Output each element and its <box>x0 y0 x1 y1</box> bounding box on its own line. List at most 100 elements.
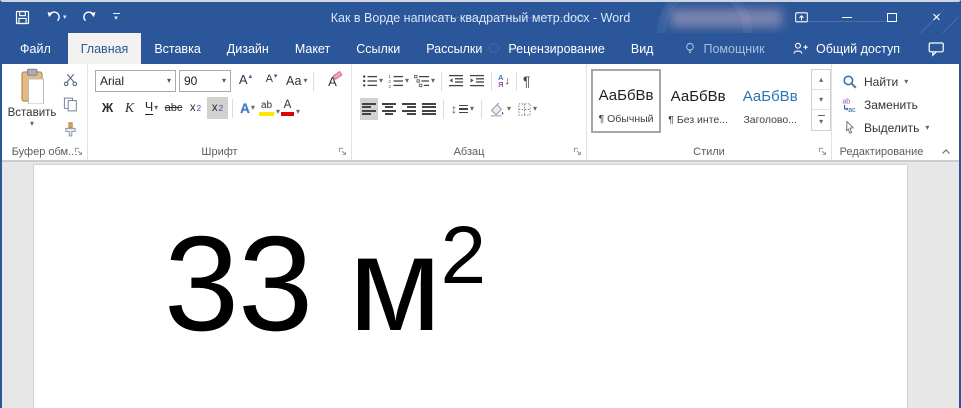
tab-label: Рецензирование <box>508 42 605 56</box>
strikethrough-button[interactable]: abc <box>163 97 184 119</box>
copy-button[interactable] <box>58 94 82 115</box>
text-effects-button[interactable]: A ▾ <box>237 97 258 119</box>
tab-review[interactable]: Рецензирование <box>495 33 618 64</box>
styles-dialog-launcher[interactable] <box>818 147 827 156</box>
select-label: Выделить <box>864 121 919 135</box>
ribbon-display-options-button[interactable] <box>779 2 824 33</box>
increase-indent-button[interactable] <box>467 70 487 92</box>
justify-button[interactable] <box>420 98 438 120</box>
shrink-font-button[interactable]: A ▾ <box>260 70 283 92</box>
font-color-bar <box>281 112 294 116</box>
title-bar: ▾ ▾ Как в Ворде написать квадратный метр… <box>2 2 959 33</box>
tab-label: Помощник <box>703 42 764 56</box>
underline-button[interactable]: Ч ▾ <box>141 97 162 119</box>
caret-down-icon: ▾ <box>30 120 34 128</box>
bullets-button[interactable]: ▾ <box>360 70 385 92</box>
replace-button[interactable]: ab ac Заменить <box>842 94 959 115</box>
style-card-normal[interactable]: АаБбВв ¶ Обычный <box>591 69 661 133</box>
font-size-combobox[interactable]: 90 ▾ <box>179 70 231 92</box>
line-spacing-button[interactable]: ↕ ▾ <box>449 98 476 120</box>
maximize-button[interactable] <box>869 2 914 33</box>
font-group: Arial ▾ 90 ▾ A ▴ A ▾ Аа ▾ <box>88 64 352 160</box>
styles-scroll-up-button[interactable]: ▴ <box>812 70 830 90</box>
customize-qat-button[interactable]: ▾ <box>113 13 120 22</box>
paste-button[interactable]: Вставить ▾ <box>8 68 56 140</box>
document-area: 33 м2 <box>2 161 959 408</box>
style-card-no-spacing[interactable]: АаБбВв ¶ Без инте... <box>663 69 733 133</box>
text-highlight-button[interactable]: ab ▾ <box>259 97 280 119</box>
tab-assistant[interactable]: Помощник <box>670 33 777 64</box>
caret-down-icon: ▾ <box>431 77 435 85</box>
bold-button[interactable]: Ж <box>97 97 118 119</box>
align-right-button[interactable] <box>400 98 418 120</box>
close-icon: × <box>932 10 941 25</box>
borders-button[interactable]: ▾ <box>515 98 539 120</box>
sort-button[interactable]: А Я ↓ <box>496 70 512 92</box>
find-button[interactable]: Найти ▾ <box>842 71 959 92</box>
tab-references[interactable]: Ссылки <box>343 33 413 64</box>
svg-text:ac: ac <box>848 107 856 113</box>
styles-scroll-down-button[interactable]: ▾ <box>812 90 830 110</box>
save-button[interactable] <box>15 10 30 25</box>
line-spacing-lines <box>459 105 468 114</box>
highlight-color-bar <box>259 112 274 116</box>
lightbulb-icon <box>683 41 697 56</box>
grow-font-button[interactable]: A ▴ <box>234 70 257 92</box>
clipboard-dialog-launcher[interactable] <box>74 147 83 156</box>
shading-button[interactable]: ▾ <box>487 98 513 120</box>
select-cursor-icon <box>842 120 858 136</box>
undo-button[interactable]: ▾ <box>45 10 67 25</box>
shading-bucket-icon <box>489 102 506 117</box>
clipboard-icon <box>19 68 46 104</box>
superscript-2: 2 <box>219 104 223 113</box>
group-label-styles: Стили <box>587 146 831 158</box>
font-dialog-launcher[interactable] <box>338 147 347 156</box>
word-window: ▾ ▾ Как в Ворде написать квадратный метр… <box>0 0 961 408</box>
tab-home[interactable]: Главная <box>68 33 142 64</box>
decrease-indent-button[interactable] <box>446 70 466 92</box>
tab-insert[interactable]: Вставка <box>141 33 213 64</box>
align-center-button[interactable] <box>380 98 398 120</box>
multilevel-list-button[interactable]: ▾ <box>412 70 437 92</box>
paragraph-dialog-launcher[interactable] <box>573 147 582 156</box>
styles-more-button[interactable]: ▾ <box>812 110 830 130</box>
undo-icon <box>45 10 61 25</box>
separator <box>313 72 314 91</box>
minimize-button[interactable] <box>824 2 869 33</box>
document-page[interactable]: 33 м2 <box>33 164 908 408</box>
comments-button[interactable] <box>913 33 959 64</box>
font-color-button[interactable]: A ▾ <box>281 97 300 119</box>
superscript-button[interactable]: x2 <box>207 97 228 119</box>
separator <box>491 72 492 91</box>
show-marks-button[interactable]: ¶ <box>521 70 532 92</box>
subscript-button[interactable]: x2 <box>185 97 206 119</box>
style-card-heading[interactable]: АаБбВв Заголово... <box>735 69 805 133</box>
clear-formatting-button[interactable]: A <box>320 70 344 92</box>
change-case-button[interactable]: Аа ▾ <box>286 70 307 92</box>
tab-design[interactable]: Дизайн <box>214 33 282 64</box>
redo-button[interactable] <box>82 10 98 25</box>
style-preview: АаБбВв <box>735 88 805 105</box>
collapse-ribbon-button[interactable] <box>941 148 951 155</box>
tab-file[interactable]: Файл <box>3 33 68 64</box>
font-name-value: Arial <box>100 74 167 88</box>
italic-button[interactable]: К <box>119 97 140 119</box>
tab-layout[interactable]: Макет <box>282 33 343 64</box>
caret-down-icon: ▾ <box>222 77 226 85</box>
font-name-combobox[interactable]: Arial ▾ <box>95 70 176 92</box>
cut-button[interactable] <box>58 69 82 90</box>
font-color-letter: A <box>284 100 292 112</box>
caret-down-icon: ▾ <box>904 78 908 86</box>
caret-down-icon: ▾ <box>114 15 118 22</box>
bold-glyph: Ж <box>102 101 113 115</box>
select-button[interactable]: Выделить ▾ <box>842 117 959 138</box>
replace-label: Заменить <box>864 98 918 112</box>
close-button[interactable]: × <box>914 2 959 33</box>
share-button[interactable]: Общий доступ <box>779 33 913 64</box>
tab-view[interactable]: Вид <box>618 33 667 64</box>
numbering-button[interactable]: 1 2 3 ▾ <box>386 70 411 92</box>
tab-label: Общий доступ <box>816 42 900 56</box>
align-left-button[interactable] <box>360 98 378 120</box>
format-painter-button[interactable] <box>58 119 82 140</box>
tab-mailings[interactable]: Рассылки <box>413 33 495 64</box>
